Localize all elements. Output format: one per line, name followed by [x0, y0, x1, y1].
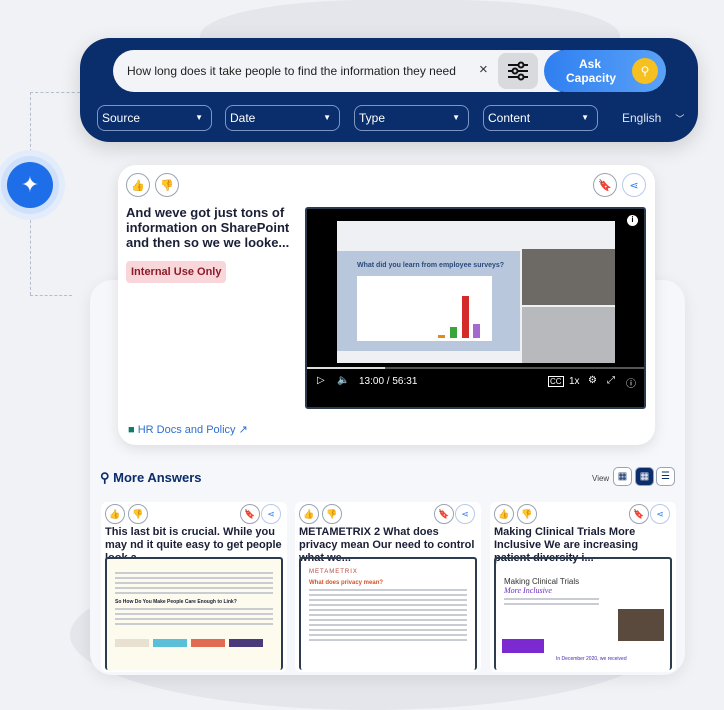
preview-subheading: More Inclusive — [504, 586, 552, 595]
video-frame: What did you learn from employee surveys… — [337, 221, 615, 363]
thumbs-up-icon[interactable]: 👍 — [494, 504, 514, 524]
fullscreen-icon[interactable]: ⤢ — [607, 375, 615, 386]
dropdown-label: Content — [488, 111, 531, 125]
sharepoint-icon: ■ — [128, 424, 135, 436]
source-label: HR Docs and Policy — [137, 424, 236, 436]
heading-label: More Answers — [113, 470, 202, 485]
thumbs-down-icon[interactable]: 👎 — [517, 504, 537, 524]
main-answer-card: 👍 👎 🔖 ⋖ And weve got just tons of inform… — [118, 165, 655, 445]
dropdown-label: Date — [230, 111, 256, 125]
share-icon[interactable]: ⋖ — [650, 504, 670, 524]
chevron-down-icon: ﹀ — [675, 114, 685, 124]
play-icon[interactable]: ▷ — [317, 375, 325, 386]
thumbs-down-icon[interactable]: 👎 — [322, 504, 342, 524]
caret-down-icon: ▼ — [581, 113, 589, 122]
language-label: English — [622, 111, 662, 125]
connector — [30, 92, 80, 93]
thumbs-up-icon[interactable]: 👍 — [299, 504, 319, 524]
type-dropdown[interactable]: Type ▼ — [354, 105, 469, 131]
search-icon: ⚲ — [632, 58, 658, 84]
external-link-icon: ↗ — [238, 424, 248, 436]
caret-down-icon: ▼ — [323, 113, 331, 122]
video-time: 13:00 / 56:31 — [359, 376, 418, 387]
sparkle-icon[interactable]: ✦ — [7, 162, 53, 208]
preview-heading: What does privacy mean? — [309, 580, 384, 586]
search-panel: How long does it take people to find the… — [80, 38, 698, 142]
content-dropdown[interactable]: Content ▼ — [483, 105, 598, 131]
bookmark-icon[interactable]: 🔖 — [434, 504, 454, 524]
participant-video — [522, 307, 615, 363]
thumbs-down-icon[interactable]: 👎 — [155, 173, 179, 197]
view-label: View — [592, 474, 610, 483]
slide-title: What did you learn from employee surveys… — [357, 262, 505, 269]
source-dropdown[interactable]: Source ▼ — [97, 105, 212, 131]
connector — [30, 92, 31, 152]
bookmark-icon[interactable]: 🔖 — [593, 173, 617, 197]
answer-title[interactable]: And weve got just tons of information on… — [126, 205, 296, 250]
date-dropdown[interactable]: Date ▼ — [225, 105, 340, 131]
captions-button[interactable]: CC — [548, 376, 564, 387]
search-input[interactable]: How long does it take people to find the… — [127, 64, 456, 78]
bookmark-icon[interactable]: 🔖 — [240, 504, 260, 524]
clear-icon[interactable]: × — [479, 61, 488, 78]
ask-capacity-button[interactable]: Ask Capacity ⚲ — [544, 50, 666, 92]
preview-footer: In December 2020, we received — [556, 656, 627, 662]
settings-icon[interactable]: ⚙ — [588, 375, 597, 386]
preview-heading: Making Clinical Trials — [504, 577, 580, 586]
list-view-button[interactable]: ☰ — [656, 467, 675, 486]
answer-card[interactable]: 👍 👎 🔖 ⋖ This last bit is crucial. While yo… — [101, 502, 287, 672]
filter-settings-icon[interactable] — [498, 53, 538, 89]
participant-video — [522, 249, 615, 305]
info-icon[interactable]: i — [627, 215, 638, 226]
internal-use-badge: Internal Use Only — [126, 261, 227, 283]
document-preview: Making Clinical Trials More Inclusive In… — [494, 557, 672, 670]
answer-card[interactable]: 👍 👎 🔖 ⋖ METAMETRIX 2 What does privacy mea… — [295, 502, 481, 672]
caret-down-icon: ▼ — [195, 113, 203, 122]
connector — [30, 295, 72, 296]
caret-down-icon: ▼ — [452, 113, 460, 122]
connector — [30, 215, 31, 295]
ask-label: Ask Capacity — [566, 57, 617, 85]
grid-small-view-button[interactable]: ▦ — [635, 467, 654, 486]
preview-heading: So How Do You Make People Care Enough to… — [115, 599, 237, 605]
thumbs-up-icon[interactable]: 👍 — [105, 504, 125, 524]
document-preview: METAMETRIX What does privacy mean? — [299, 557, 477, 670]
share-icon[interactable]: ⋖ — [261, 504, 281, 524]
source-link[interactable]: ■ HR Docs and Policy ↗ — [128, 423, 248, 436]
share-icon[interactable]: ⋖ — [455, 504, 475, 524]
thumbs-down-icon[interactable]: 👎 — [128, 504, 148, 524]
help-icon[interactable]: ⓘ — [626, 375, 636, 390]
grid-large-view-button[interactable]: ▦ — [613, 467, 632, 486]
share-icon[interactable]: ⋖ — [622, 173, 646, 197]
thumbs-up-icon[interactable]: 👍 — [126, 173, 150, 197]
document-preview: So How Do You Make People Care Enough to… — [105, 557, 283, 670]
bookmark-icon[interactable]: 🔖 — [629, 504, 649, 524]
language-select[interactable]: English ﹀ — [622, 111, 684, 125]
video-controls: ▷ 🔈 13:00 / 56:31 CC 1x ⚙ ⤢ ⓘ — [307, 367, 644, 397]
search-bar[interactable]: How long does it take people to find the… — [113, 50, 578, 92]
volume-icon[interactable]: 🔈 — [337, 375, 349, 386]
video-player[interactable]: What did you learn from employee surveys… — [305, 207, 646, 409]
dropdown-label: Type — [359, 111, 386, 125]
search-icon: ⚲ — [100, 470, 110, 485]
preview-brand: METAMETRIX — [309, 569, 358, 575]
answer-card[interactable]: 👍 👎 🔖 ⋖ Making Clinical Trials More Inclus… — [490, 502, 676, 672]
speed-button[interactable]: 1x — [569, 376, 580, 387]
dropdown-label: Source — [102, 111, 141, 125]
more-answers-heading: ⚲ More Answers — [100, 470, 202, 486]
